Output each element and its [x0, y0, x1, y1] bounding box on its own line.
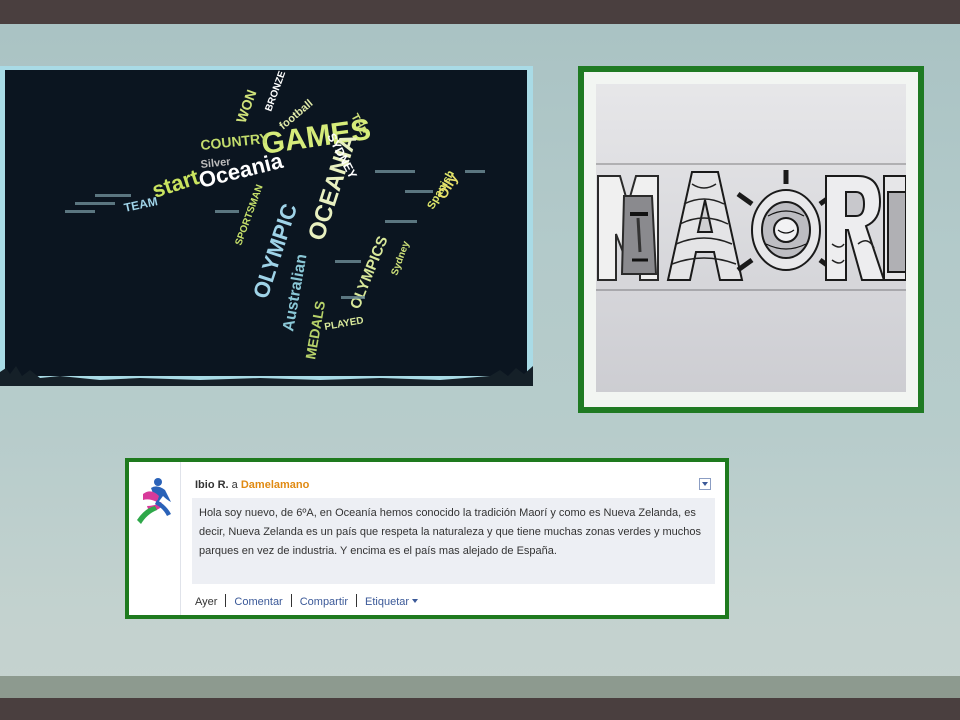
share-link[interactable]: Compartir — [292, 596, 356, 608]
post-target-link[interactable]: Damelamano — [241, 479, 309, 491]
maori-drawing-image — [578, 66, 924, 413]
top-bar — [0, 0, 960, 24]
post-author-link[interactable]: Ibio R. — [195, 479, 229, 491]
word-cloud-canvas: start Oceania GAMES OLYMPIC OCEANIA Aust… — [0, 70, 533, 386]
word-won: WON — [233, 87, 260, 125]
word-sportsman: SPORTSMAN — [233, 183, 265, 247]
post-actions: Ayer Comentar Compartir Etiquetar — [195, 594, 419, 608]
post-timestamp[interactable]: Ayer — [195, 596, 225, 608]
avatar[interactable] — [133, 472, 179, 528]
maori-photo — [596, 84, 906, 392]
grass-silhouette — [0, 366, 533, 386]
post-body: Hola soy nuevo, de 6ºA, en Oceanía hemos… — [192, 498, 715, 584]
tag-link-label: Etiquetar — [365, 596, 410, 608]
word-team: TEAM — [123, 194, 159, 215]
kangaroo-shape: start Oceania GAMES OLYMPIC OCEANIA Aust… — [65, 70, 485, 361]
word-olympics: OLYMPICS — [347, 234, 392, 312]
word-australian: Australian — [280, 253, 310, 333]
facebook-post: Ibio R. a Damelamano Hola soy nuevo, de … — [129, 462, 725, 615]
post-header: Ibio R. a Damelamano — [195, 479, 309, 491]
word-sydney-small: Sydney — [389, 239, 412, 277]
word-played: PLAYED — [324, 315, 365, 333]
facebook-post-frame: Ibio R. a Damelamano Hola soy nuevo, de … — [125, 458, 729, 619]
word-olly: Olly — [434, 170, 461, 201]
photo-mat — [584, 72, 918, 407]
word-bronze: BRONZE — [263, 70, 288, 113]
post-options-dropdown-icon[interactable] — [699, 478, 711, 490]
post-separator: a — [231, 479, 238, 491]
bottom-band — [0, 676, 960, 698]
comment-link[interactable]: Comentar — [226, 596, 290, 608]
bottom-bar — [0, 698, 960, 720]
tag-link[interactable]: Etiquetar — [357, 596, 419, 608]
avatar-divider — [180, 462, 181, 615]
word-country: COUNTRY — [200, 130, 271, 153]
tag-caret-icon — [412, 599, 419, 603]
kangaroo-word-cloud-image: start Oceania GAMES OLYMPIC OCEANIA Aust… — [0, 66, 533, 386]
word-start: start — [149, 164, 203, 203]
runner-logo-icon — [137, 478, 171, 524]
maori-lettering-art — [596, 84, 906, 392]
